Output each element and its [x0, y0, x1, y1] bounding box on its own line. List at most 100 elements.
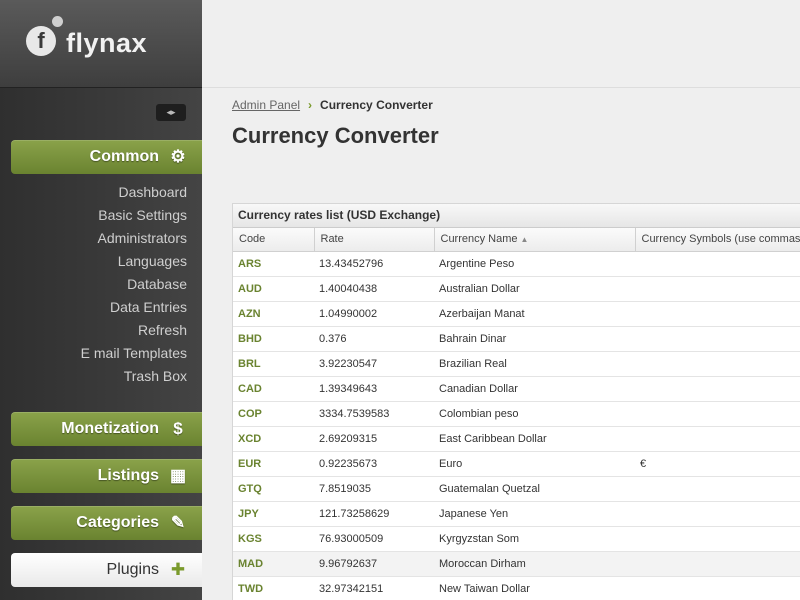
collapse-sidebar-button[interactable]: ◂▸ — [156, 104, 186, 121]
cell-rate: 121.73258629 — [314, 501, 434, 527]
cell-symbol — [635, 501, 800, 527]
pencil-icon: ✎ — [170, 513, 186, 532]
cell-rate: 9.96792637 — [314, 551, 434, 577]
cell-code: BRL — [233, 351, 314, 377]
cell-code: CAD — [233, 376, 314, 402]
cell-code: ARS — [233, 251, 314, 277]
cell-symbol — [635, 526, 800, 552]
sidebar-item-dashboard[interactable]: Dashboard — [11, 181, 188, 204]
cell-code: JPY — [233, 501, 314, 527]
table-row[interactable]: KGS 76.93000509 Kyrgyzstan Som — [233, 526, 800, 552]
breadcrumb-admin-panel[interactable]: Admin Panel — [232, 98, 300, 112]
page-title: Currency Converter — [232, 123, 439, 148]
cell-currency-name: Australian Dollar — [434, 276, 635, 302]
cell-symbol — [635, 401, 800, 427]
nav-categories[interactable]: Categories ✎ — [11, 506, 202, 540]
cell-currency-name: Colombian peso — [434, 401, 635, 427]
nav-monetization-label: Monetization — [61, 420, 159, 437]
table-row[interactable]: COP 3334.7539583 Colombian peso — [233, 401, 800, 427]
table-row[interactable]: XCD 2.69209315 East Caribbean Dollar — [233, 426, 800, 452]
logo-text: flynax — [66, 28, 148, 58]
sort-ascending-icon: ▲ — [520, 235, 529, 245]
cell-symbol — [635, 301, 800, 327]
cell-currency-name: New Taiwan Dollar — [434, 576, 635, 600]
logo-dot — [52, 16, 63, 27]
table-row[interactable]: TWD 32.97342151 New Taiwan Dollar — [233, 576, 800, 600]
cell-symbol — [635, 251, 800, 277]
column-header-code[interactable]: Code — [233, 228, 315, 252]
table-row[interactable]: AUD 1.40040438 Australian Dollar — [233, 276, 800, 302]
cell-rate: 3334.7539583 — [314, 401, 434, 427]
nav-common-label: Common — [89, 148, 159, 165]
cell-rate: 2.69209315 — [314, 426, 434, 452]
cell-currency-name: Guatemalan Quetzal — [434, 476, 635, 502]
cell-currency-name: Japanese Yen — [434, 501, 635, 527]
table-row[interactable]: MAD 9.96792637 Moroccan Dirham — [233, 551, 800, 577]
currency-rates-panel: Currency rates list (USD Exchange) Code … — [232, 203, 800, 600]
sidebar-item-basic-settings[interactable]: Basic Settings — [11, 204, 187, 227]
cell-code: XCD — [233, 426, 314, 452]
cell-rate: 32.97342151 — [314, 576, 434, 600]
sidebar-item-email-templates[interactable]: E mail Templates — [11, 342, 187, 365]
cell-currency-name: Canadian Dollar — [434, 376, 635, 402]
table-title: Currency rates list (USD Exchange) — [233, 204, 800, 228]
logo-area: f flynax — [0, 0, 202, 88]
nav-listings[interactable]: Listings ▦ — [11, 459, 202, 493]
cell-symbol — [635, 426, 800, 452]
breadcrumb: Admin Panel › Currency Converter — [232, 98, 433, 112]
cell-rate: 76.93000509 — [314, 526, 434, 552]
sidebar-item-database[interactable]: Database — [11, 273, 187, 296]
table-row[interactable]: AZN 1.04990002 Azerbaijan Manat — [233, 301, 800, 327]
breadcrumb-current: Currency Converter — [320, 98, 433, 112]
cell-code: AUD — [233, 276, 314, 302]
nav-plugins[interactable]: Plugins ✚ — [11, 553, 202, 587]
cell-symbol — [635, 326, 800, 352]
nav-plugins-label: Plugins — [106, 561, 159, 578]
table-row[interactable]: BRL 3.92230547 Brazilian Real — [233, 351, 800, 377]
cell-code: COP — [233, 401, 314, 427]
sidebar-item-data-entries[interactable]: Data Entries — [11, 296, 187, 319]
cell-currency-name: Azerbaijan Manat — [434, 301, 635, 327]
cell-rate: 1.39349643 — [314, 376, 434, 402]
logo-icon: f — [26, 26, 56, 56]
nav-common[interactable]: Common ⚙ — [11, 140, 202, 174]
gear-icon: ⚙ — [170, 147, 186, 166]
table-row[interactable]: BHD 0.376 Bahrain Dinar — [233, 326, 800, 352]
cell-currency-name: Euro — [434, 451, 635, 477]
cell-code: BHD — [233, 326, 314, 352]
currency-table: Code Rate Currency Name ▲ Currency Symbol… — [233, 228, 800, 600]
cell-rate: 1.40040438 — [314, 276, 434, 302]
column-header-rate[interactable]: Rate — [314, 228, 435, 252]
cell-symbol — [635, 551, 800, 577]
cell-currency-name: Argentine Peso — [434, 251, 635, 277]
listings-icon: ▦ — [169, 466, 187, 485]
cell-rate: 3.92230547 — [314, 351, 434, 377]
sidebar-item-trash-box[interactable]: Trash Box — [11, 365, 187, 388]
table-row[interactable]: EUR 0.92235673 Euro € — [233, 451, 800, 477]
cell-currency-name: Kyrgyzstan Som — [434, 526, 635, 552]
cell-code: KGS — [233, 526, 314, 552]
cell-currency-name: East Caribbean Dollar — [434, 426, 635, 452]
column-header-currency-symbols[interactable]: Currency Symbols (use commas — [635, 228, 800, 252]
table-row[interactable]: JPY 121.73258629 Japanese Yen — [233, 501, 800, 527]
cell-currency-name: Bahrain Dinar — [434, 326, 635, 352]
sidebar-item-languages[interactable]: Languages — [11, 250, 187, 273]
cell-currency-name: Brazilian Real — [434, 351, 635, 377]
common-submenu: Dashboard Basic Settings Administrators … — [11, 181, 187, 388]
dollar-coin-icon: $ — [173, 419, 183, 438]
cell-code: MAD — [233, 551, 314, 577]
sidebar-item-administrators[interactable]: Administrators — [11, 227, 187, 250]
cell-currency-name: Moroccan Dirham — [434, 551, 635, 577]
table-row[interactable]: ARS 13.43452796 Argentine Peso — [233, 251, 800, 277]
nav-monetization[interactable]: Monetization $ — [11, 412, 202, 446]
column-header-currency-name[interactable]: Currency Name ▲ — [434, 228, 636, 252]
table-row[interactable]: GTQ 7.8519035 Guatemalan Quetzal — [233, 476, 800, 502]
cell-code: TWD — [233, 576, 314, 600]
table-row[interactable]: CAD 1.39349643 Canadian Dollar — [233, 376, 800, 402]
sidebar-item-refresh[interactable]: Refresh — [11, 319, 187, 342]
cell-symbol — [635, 476, 800, 502]
cell-symbol — [635, 351, 800, 377]
cell-symbol — [635, 276, 800, 302]
sidebar: f flynax ◂▸ Common ⚙ Dashboard Basic Set… — [0, 0, 202, 600]
puzzle-icon: ✚ — [170, 560, 186, 579]
